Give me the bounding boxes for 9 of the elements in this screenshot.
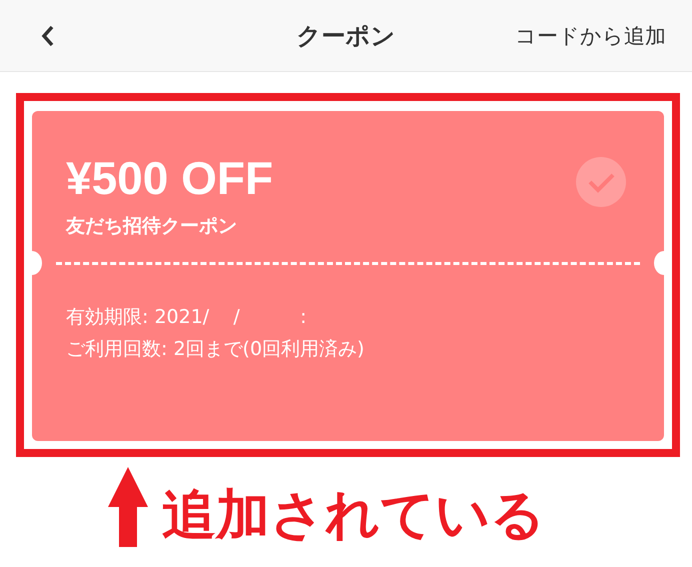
page-title: クーポン: [296, 20, 396, 52]
usage-count: ご利用回数: 2回まで(0回利用済み): [66, 337, 366, 362]
annotation-text: 追加されている: [162, 483, 545, 547]
add-from-code-link[interactable]: コードから追加: [515, 22, 666, 50]
coupon-amount: ¥500 OFF: [66, 151, 274, 205]
back-icon[interactable]: [40, 24, 56, 48]
expiry-date: 有効期限: 2021/ / :: [66, 305, 308, 330]
up-arrow-icon: [108, 467, 148, 547]
coupon-name: 友だち招待クーポン: [66, 214, 238, 239]
